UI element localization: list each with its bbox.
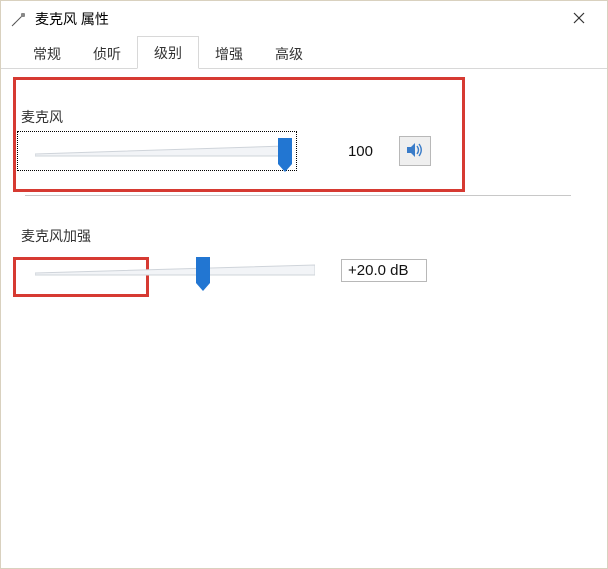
microphone-app-icon — [11, 11, 27, 27]
tab-advanced[interactable]: 高级 — [259, 38, 319, 69]
mic-level-group: 麦克风 100 — [19, 97, 577, 169]
divider — [25, 195, 571, 196]
boost-value: +20.0 dB — [341, 259, 427, 282]
boost-slider-thumb[interactable] — [196, 257, 210, 283]
mic-label: 麦克风 — [19, 107, 577, 127]
window-title: 麦克风 属性 — [35, 9, 109, 29]
tab-listen[interactable]: 侦听 — [77, 38, 137, 69]
tab-general[interactable]: 常规 — [17, 38, 77, 69]
boost-slider[interactable] — [23, 254, 323, 286]
titlebar: 麦克风 属性 — [1, 1, 607, 37]
mic-slider-thumb[interactable] — [278, 138, 292, 164]
boost-slider-track — [35, 263, 315, 277]
mic-value: 100 — [311, 143, 381, 160]
tab-levels[interactable]: 级别 — [137, 36, 199, 69]
dialog-window: 麦克风 属性 常规 侦听 级别 增强 高级 麦克风 — [0, 0, 608, 569]
close-icon — [573, 11, 585, 28]
tab-content-levels: 麦克风 100 — [1, 69, 607, 288]
mic-slider-track — [35, 144, 285, 158]
tab-enhance[interactable]: 增强 — [199, 38, 259, 69]
speaker-icon — [406, 142, 424, 161]
mic-boost-group: 麦克风加强 +20.0 dB — [19, 226, 577, 288]
close-button[interactable] — [557, 4, 601, 34]
mic-slider[interactable] — [23, 135, 291, 167]
mic-mute-button[interactable] — [399, 136, 431, 166]
boost-label: 麦克风加强 — [19, 226, 577, 246]
tab-strip: 常规 侦听 级别 增强 高级 — [1, 37, 607, 69]
